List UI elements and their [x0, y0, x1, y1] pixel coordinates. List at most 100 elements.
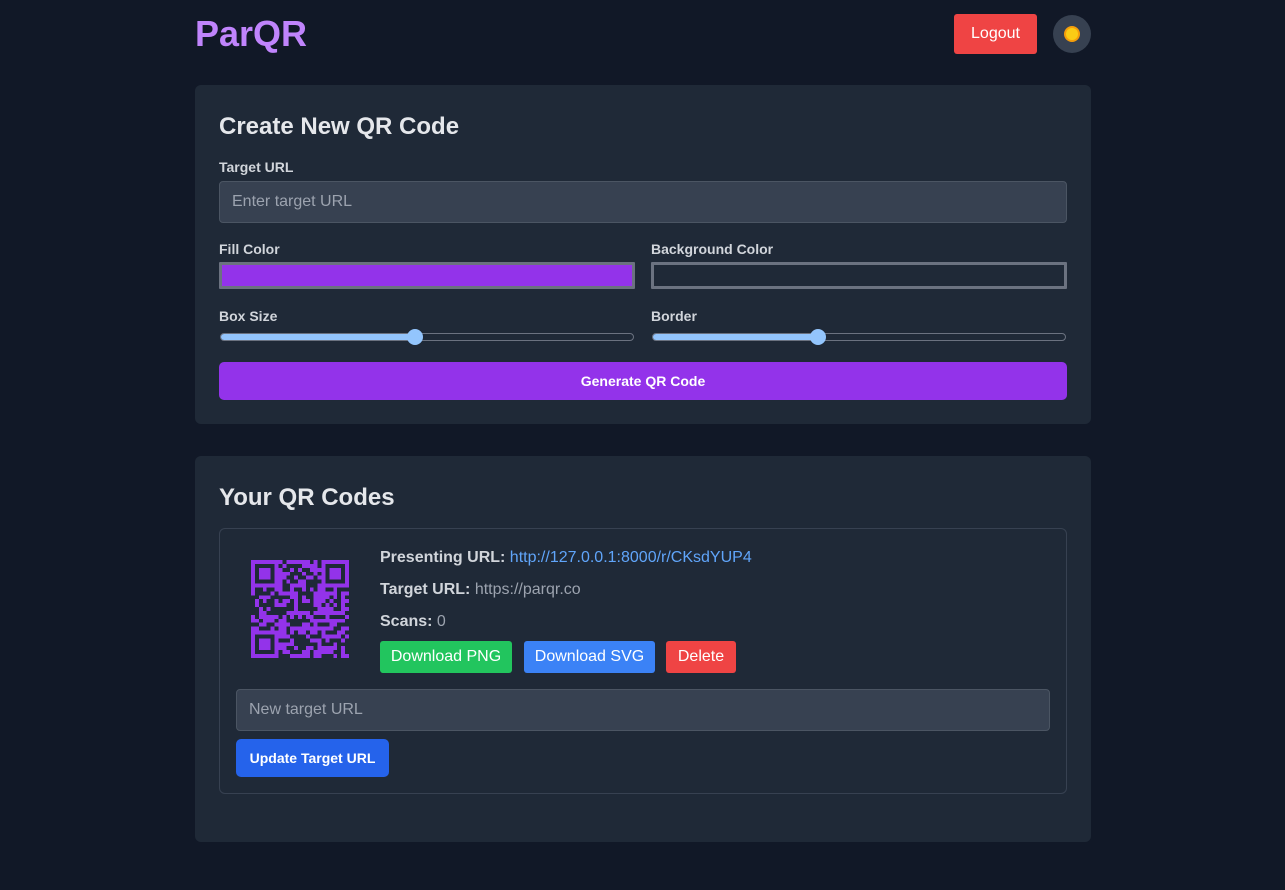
qr-module: [329, 622, 334, 627]
qr-module: [251, 571, 255, 576]
qr-module: [298, 626, 302, 631]
qr-module: [317, 591, 322, 596]
qr-module: [278, 567, 283, 572]
qr-module: [274, 650, 279, 655]
qr-module: [305, 575, 310, 580]
box-size-slider[interactable]: [220, 329, 634, 345]
qr-module: [254, 626, 259, 631]
qr-module: [317, 583, 322, 588]
target-url-input[interactable]: [219, 181, 1067, 223]
qr-module: [254, 630, 259, 635]
border-label: Border: [651, 308, 697, 324]
qr-module: [258, 630, 263, 635]
qr-module: [313, 603, 318, 608]
generate-qr-button[interactable]: Generate QR Code: [219, 362, 1067, 400]
qr-module: [258, 614, 263, 619]
qr-module: [282, 614, 287, 619]
target-url-value: https://parqr.co: [474, 581, 581, 598]
qr-module: [266, 571, 271, 576]
qr-module: [317, 603, 322, 608]
qr-module: [321, 571, 326, 576]
qr-module: [305, 654, 310, 658]
qr-module: [345, 626, 349, 631]
qr-module: [329, 567, 334, 572]
box-size-slider-thumb[interactable]: [406, 329, 423, 345]
qr-module: [258, 654, 263, 658]
qr-module: [313, 571, 318, 576]
qr-module: [321, 579, 326, 584]
update-target-url-button[interactable]: Update Target URL: [236, 739, 389, 777]
qr-module: [313, 599, 318, 604]
qr-module: [294, 591, 299, 596]
qr-module: [290, 567, 295, 572]
fill-color-picker[interactable]: [219, 262, 635, 289]
header-actions: Logout: [954, 14, 1091, 54]
target-url-line: Target URL: https://parqr.co: [380, 581, 581, 599]
qr-module: [274, 563, 279, 568]
qr-module: [325, 638, 330, 643]
qr-module: [274, 638, 279, 643]
qr-module: [258, 583, 263, 588]
qr-module: [274, 622, 279, 627]
qr-module: [345, 654, 349, 658]
qr-module: [251, 567, 255, 572]
qr-module: [301, 626, 306, 631]
border-slider[interactable]: [652, 329, 1066, 345]
logout-button[interactable]: Logout: [954, 14, 1037, 54]
qr-module: [251, 560, 255, 564]
qr-module: [313, 595, 318, 600]
qr-module: [290, 587, 295, 592]
qr-module: [258, 575, 263, 580]
qr-module: [325, 610, 330, 615]
qr-module: [345, 579, 349, 584]
qr-module: [309, 587, 314, 592]
delete-button[interactable]: Delete: [666, 641, 736, 673]
qr-module: [282, 591, 287, 596]
qr-module: [290, 642, 295, 647]
qr-module: [325, 626, 330, 631]
qr-module: [301, 583, 306, 588]
qr-module: [337, 560, 342, 564]
qr-module: [305, 614, 310, 619]
qr-module: [309, 563, 314, 568]
qr-module: [274, 630, 279, 635]
qr-module: [266, 646, 271, 651]
presenting-url-link[interactable]: http://127.0.0.1:8000/r/CKsdYUP4: [510, 549, 752, 566]
qr-module: [274, 654, 279, 658]
download-png-button[interactable]: Download PNG: [380, 641, 512, 673]
qr-module: [325, 646, 330, 651]
qr-module: [313, 638, 318, 643]
qr-module: [333, 642, 338, 647]
new-target-url-input[interactable]: [236, 689, 1050, 731]
qr-module: [317, 626, 322, 631]
border-slider-thumb[interactable]: [809, 329, 826, 345]
qr-module: [251, 591, 255, 596]
app-logo[interactable]: ParQR: [195, 13, 307, 55]
qr-module: [262, 599, 267, 604]
qr-module: [258, 571, 263, 576]
qr-module: [329, 650, 334, 655]
qr-module: [262, 567, 267, 572]
qr-module: [333, 560, 338, 564]
box-size-label: Box Size: [219, 308, 278, 324]
theme-toggle-button[interactable]: [1053, 15, 1091, 53]
qr-module: [333, 634, 338, 639]
qr-module: [286, 571, 291, 576]
qr-module: [266, 567, 271, 572]
qr-module: [298, 583, 302, 588]
download-svg-button[interactable]: Download SVG: [524, 641, 655, 673]
qr-module: [317, 654, 322, 658]
qr-module: [266, 607, 271, 611]
background-color-picker[interactable]: [651, 262, 1067, 289]
qr-module: [333, 654, 338, 658]
qr-module: [251, 583, 255, 588]
qr-module: [333, 591, 338, 596]
qr-module: [321, 563, 326, 568]
qr-module: [290, 626, 295, 631]
qr-module: [317, 607, 322, 611]
qr-module: [341, 630, 346, 635]
qr-module: [274, 571, 279, 576]
qr-module: [274, 642, 279, 647]
qr-module: [301, 599, 306, 604]
qr-module: [270, 618, 275, 623]
